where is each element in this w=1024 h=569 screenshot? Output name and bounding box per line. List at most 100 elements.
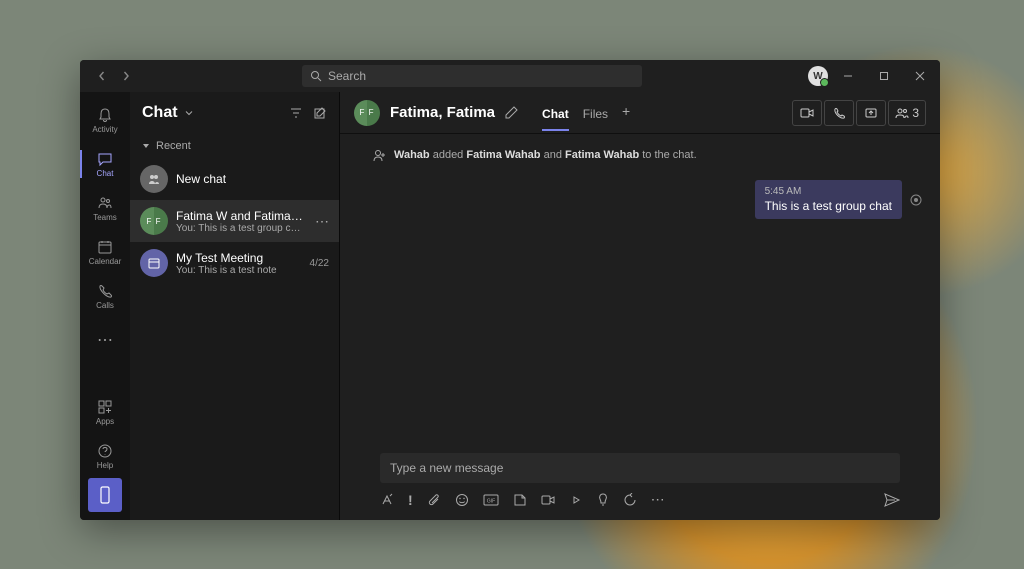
rail-help[interactable]: Help bbox=[80, 434, 130, 478]
rail-teams[interactable]: Teams bbox=[80, 186, 130, 230]
teams-icon bbox=[97, 195, 113, 211]
ellipsis-icon: ⋯ bbox=[97, 330, 113, 350]
pencil-icon bbox=[505, 106, 518, 119]
titlebar: Search W bbox=[80, 60, 940, 92]
sticker-button[interactable] bbox=[513, 493, 527, 507]
meeting-avatar-icon bbox=[140, 249, 168, 277]
new-chat-button[interactable] bbox=[313, 106, 327, 120]
chat-main-panel: F F Fatima, Fatima Chat Files + 3 bbox=[340, 92, 940, 520]
search-icon bbox=[310, 70, 322, 82]
more-compose-button[interactable]: ⋯ bbox=[651, 491, 665, 508]
message-bubble[interactable]: 5:45 AM This is a test group chat bbox=[755, 180, 902, 219]
send-button[interactable] bbox=[884, 493, 900, 507]
chat-item-meeting[interactable]: My Test Meeting You: This is a test note… bbox=[130, 242, 339, 284]
chat-header: F F Fatima, Fatima Chat Files + 3 bbox=[340, 92, 940, 134]
help-icon bbox=[97, 443, 113, 459]
stream-button[interactable] bbox=[569, 493, 583, 507]
list-title: Chat bbox=[142, 104, 178, 122]
calendar-icon bbox=[97, 239, 113, 255]
message-list: Wahab added Fatima Wahab and Fatima Waha… bbox=[340, 134, 940, 443]
praise-button[interactable] bbox=[597, 493, 609, 507]
chat-item-name: Fatima W and Fatima W bbox=[176, 209, 303, 223]
share-icon bbox=[865, 107, 877, 119]
teams-window: Search W Activity Chat Teams bbox=[80, 60, 940, 520]
compose-placeholder: Type a new message bbox=[390, 461, 503, 475]
gif-button[interactable]: GIF bbox=[483, 494, 499, 506]
filter-button[interactable] bbox=[289, 106, 303, 120]
filter-icon bbox=[289, 106, 303, 120]
emoji-button[interactable] bbox=[455, 493, 469, 507]
priority-button[interactable]: ! bbox=[408, 492, 413, 508]
search-placeholder: Search bbox=[328, 69, 366, 83]
compose-input[interactable]: Type a new message bbox=[380, 453, 900, 483]
caret-down-icon bbox=[142, 142, 150, 150]
message-row: 5:45 AM This is a test group chat bbox=[358, 180, 922, 219]
minimize-button[interactable] bbox=[832, 62, 864, 90]
duo-avatar: F F bbox=[140, 207, 168, 235]
format-icon bbox=[380, 493, 394, 507]
audio-call-button[interactable] bbox=[824, 100, 854, 126]
read-receipt-icon bbox=[910, 194, 922, 206]
gif-icon: GIF bbox=[483, 494, 499, 506]
recent-toggle[interactable]: Recent bbox=[130, 134, 339, 158]
rail-apps[interactable]: Apps bbox=[80, 390, 130, 434]
svg-text:GIF: GIF bbox=[487, 498, 495, 504]
attach-button[interactable] bbox=[427, 493, 441, 507]
rail-chat[interactable]: Chat bbox=[80, 142, 130, 186]
nav-back-button[interactable] bbox=[92, 66, 112, 86]
approvals-button[interactable] bbox=[623, 493, 637, 507]
chat-item-fatima-group[interactable]: F F Fatima W and Fatima W You: This is a… bbox=[130, 200, 339, 242]
composer: Type a new message ! GIF ⋯ bbox=[340, 443, 940, 520]
bulb-icon bbox=[597, 493, 609, 507]
profile-avatar[interactable]: W bbox=[808, 66, 828, 86]
send-icon bbox=[884, 493, 900, 507]
rail-more[interactable]: ⋯ bbox=[80, 318, 130, 362]
tab-chat[interactable]: Chat bbox=[542, 107, 569, 131]
add-tab-button[interactable]: + bbox=[622, 103, 630, 127]
message-text: This is a test group chat bbox=[765, 199, 892, 213]
people-icon bbox=[895, 107, 909, 119]
camera-icon bbox=[541, 494, 555, 506]
emoji-icon bbox=[455, 493, 469, 507]
chat-item-time: 4/22 bbox=[310, 258, 329, 269]
compose-icon bbox=[313, 106, 327, 120]
chat-list-panel: Chat Recent New chat F F Fatima W and Fa… bbox=[130, 92, 340, 520]
approvals-icon bbox=[623, 493, 637, 507]
share-screen-button[interactable] bbox=[856, 100, 886, 126]
participant-count: 3 bbox=[912, 106, 919, 120]
close-button[interactable] bbox=[904, 62, 936, 90]
system-message: Wahab added Fatima Wahab and Fatima Waha… bbox=[372, 148, 922, 162]
chat-icon bbox=[97, 151, 113, 167]
phone-icon bbox=[97, 283, 113, 299]
format-button[interactable] bbox=[380, 493, 394, 507]
meet-now-button[interactable] bbox=[541, 494, 555, 506]
chevron-down-icon[interactable] bbox=[184, 108, 194, 118]
tab-files[interactable]: Files bbox=[583, 107, 608, 131]
search-input[interactable]: Search bbox=[302, 65, 642, 87]
rail-activity[interactable]: Activity bbox=[80, 98, 130, 142]
video-call-button[interactable] bbox=[792, 100, 822, 126]
chat-item-preview: You: This is a test note bbox=[176, 265, 302, 276]
chat-item-new[interactable]: New chat bbox=[130, 158, 339, 200]
nav-forward-button[interactable] bbox=[116, 66, 136, 86]
apps-icon bbox=[97, 399, 113, 415]
paperclip-icon bbox=[427, 493, 441, 507]
maximize-button[interactable] bbox=[868, 62, 900, 90]
chat-item-name: New chat bbox=[176, 172, 329, 186]
app-rail: Activity Chat Teams Calendar Calls ⋯ bbox=[80, 92, 130, 520]
chat-title: Fatima, Fatima bbox=[390, 104, 495, 121]
message-time: 5:45 AM bbox=[765, 186, 892, 197]
chat-item-name: My Test Meeting bbox=[176, 251, 302, 265]
rail-calendar[interactable]: Calendar bbox=[80, 230, 130, 274]
sticker-icon bbox=[513, 493, 527, 507]
stream-icon bbox=[569, 493, 583, 507]
chat-header-avatar: F F bbox=[354, 100, 380, 126]
device-icon bbox=[98, 486, 112, 504]
phone-icon bbox=[833, 107, 845, 119]
chat-item-preview: You: This is a test group chat bbox=[176, 223, 303, 234]
chat-item-more-button[interactable]: ⋯ bbox=[315, 213, 329, 230]
edit-name-button[interactable] bbox=[505, 106, 518, 119]
rail-calls[interactable]: Calls bbox=[80, 274, 130, 318]
participants-button[interactable]: 3 bbox=[888, 100, 926, 126]
rail-device-button[interactable] bbox=[88, 478, 122, 512]
